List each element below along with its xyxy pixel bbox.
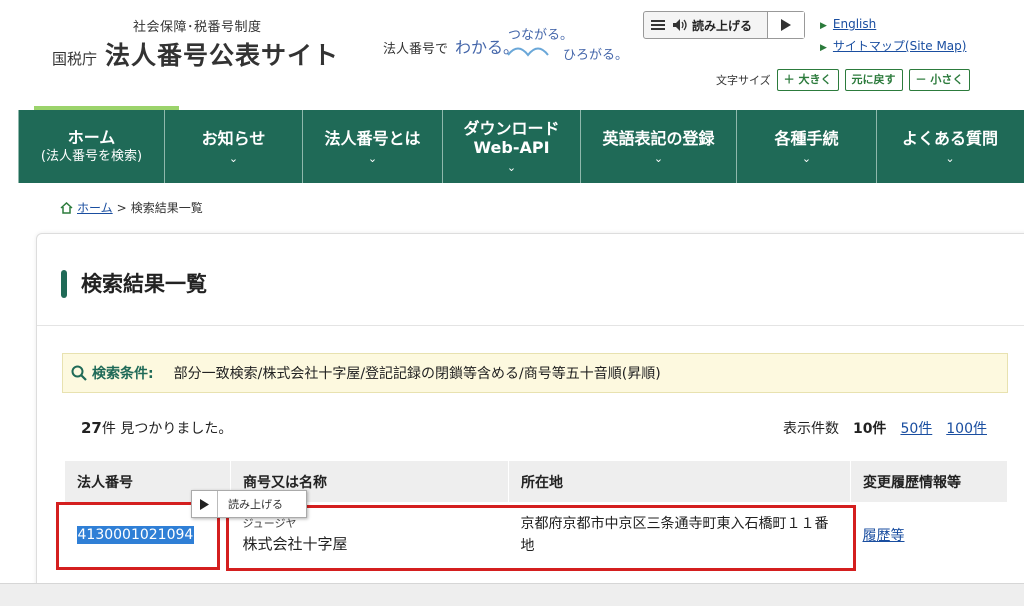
- read-aloud-popup: 読み上げる: [191, 490, 307, 518]
- result-count-number: 27: [81, 419, 102, 437]
- per-page-current: 10件: [852, 421, 887, 437]
- nav-about[interactable]: 法人番号とは ⌄: [303, 110, 443, 183]
- result-count-suffix: 件 見つかりました。: [101, 421, 233, 437]
- browser-status-bar: [0, 583, 1024, 606]
- search-condition-box: 検索条件: 部分一致検索/株式会社十字屋/登記記録の閉鎖等含める/商号等五十音順…: [62, 353, 1008, 393]
- search-condition-label-text: 検索条件:: [92, 366, 154, 382]
- nav-download-sub: Web-API: [473, 138, 550, 157]
- breadcrumb-current: 検索結果一覧: [130, 201, 203, 215]
- nav-english[interactable]: 英語表記の登録 ⌄: [581, 110, 737, 183]
- speaker-icon: [673, 19, 687, 31]
- play-icon: [781, 19, 791, 31]
- play-icon: [200, 498, 209, 510]
- search-icon: [71, 365, 87, 381]
- logo-title: 法人番号公表サイト: [105, 41, 340, 70]
- nav-home-sub: (法人番号を検索): [40, 148, 143, 164]
- col-header-address: 所在地: [508, 460, 851, 503]
- nav-english-label: 英語表記の登録: [602, 128, 715, 148]
- popup-play-button[interactable]: [192, 491, 218, 517]
- english-link[interactable]: English: [833, 17, 876, 31]
- chevron-down-icon: ⌄: [653, 151, 664, 165]
- highlight-box-details: [226, 505, 856, 571]
- title-accent-bar: [61, 270, 67, 298]
- breadcrumb-separator: >: [116, 200, 127, 215]
- sitemap-link[interactable]: サイトマップ(Site Map): [833, 39, 967, 53]
- site-header: 社会保障･税番号制度 国税庁 法人番号公表サイト 法人番号で わかる。 つながる…: [0, 0, 1024, 110]
- nav-home-label: ホーム: [67, 127, 116, 147]
- font-size-label: 文字サイズ: [716, 74, 771, 87]
- main-nav: ホーム (法人番号を検索) お知らせ ⌄ 法人番号とは ⌄ ダウンロード Web…: [18, 110, 1024, 183]
- nav-procedures[interactable]: 各種手続 ⌄: [737, 110, 877, 183]
- read-aloud-label[interactable]: 読み上げる: [692, 17, 752, 34]
- font-smaller-button[interactable]: － 小さく: [908, 69, 971, 91]
- site-logo[interactable]: 国税庁 法人番号公表サイト: [52, 36, 339, 72]
- home-icon: [60, 201, 73, 214]
- nav-faq[interactable]: よくある質問 ⌄: [877, 110, 1023, 183]
- nav-home[interactable]: ホーム (法人番号を検索): [18, 110, 165, 183]
- history-link[interactable]: 履歴等: [863, 528, 905, 544]
- menu-icon[interactable]: [648, 15, 668, 35]
- nav-news[interactable]: お知らせ ⌄: [165, 110, 303, 183]
- chevron-down-icon: ⌄: [228, 151, 239, 165]
- per-page-100-link[interactable]: 100件: [946, 418, 987, 438]
- page-title: 検索結果一覧: [81, 272, 207, 296]
- chevron-down-icon: ⌄: [801, 151, 812, 165]
- nav-download[interactable]: ダウンロード Web-API ⌄: [443, 110, 581, 183]
- per-page-label: 表示件数: [782, 421, 839, 437]
- chevron-down-icon: ⌄: [945, 151, 955, 165]
- language-links: ▶ English ▶ サイトマップ(Site Map): [820, 14, 966, 58]
- tagline: 法人番号で わかる。 つながる。 ひろがる。: [383, 22, 633, 67]
- play-button[interactable]: [767, 12, 804, 38]
- logo-subtitle: 社会保障･税番号制度: [133, 20, 262, 35]
- tagline-part-4: ひろがる。: [563, 48, 629, 63]
- font-reset-button[interactable]: 元に戻す: [844, 69, 903, 91]
- per-page-50-link[interactable]: 50件: [900, 418, 932, 438]
- wave-icon: [507, 47, 549, 57]
- search-condition-label: 検索条件:: [71, 363, 154, 383]
- font-bigger-button[interactable]: ＋ 大きく: [776, 69, 839, 91]
- search-condition-text: 部分一致検索/株式会社十字屋/登記記録の閉鎖等含める/商号等五十音順(昇順): [173, 366, 661, 382]
- per-page-selector: 表示件数 10件 50件 100件: [783, 418, 987, 438]
- chevron-down-icon: ⌄: [367, 151, 378, 165]
- nav-download-label: ダウンロード: [463, 119, 560, 138]
- read-aloud-widget: 読み上げる: [643, 11, 805, 39]
- result-count: 27件 見つかりました。: [81, 418, 232, 438]
- chevron-right-icon: ▶: [820, 21, 827, 31]
- tagline-part-1: 法人番号で: [383, 42, 449, 57]
- breadcrumb-home-link[interactable]: ホーム: [77, 199, 113, 216]
- cell-history: 履歴等: [850, 502, 1008, 567]
- nav-news-label: お知らせ: [201, 128, 266, 148]
- chevron-right-icon: ▶: [820, 43, 827, 53]
- panel-header: 検索結果一覧: [37, 234, 1024, 326]
- col-header-history: 変更履歴情報等: [850, 460, 1008, 503]
- chevron-down-icon: ⌄: [506, 161, 517, 174]
- logo-agency: 国税庁: [52, 50, 98, 68]
- nav-about-label: 法人番号とは: [324, 128, 421, 148]
- font-size-controls: 文字サイズ ＋ 大きく 元に戻す － 小さく: [716, 69, 971, 91]
- popup-label[interactable]: 読み上げる: [228, 496, 283, 512]
- nav-faq-label: よくある質問: [901, 128, 998, 148]
- nav-procedures-label: 各種手続: [774, 128, 839, 148]
- breadcrumb: ホーム > 検索結果一覧: [60, 199, 203, 216]
